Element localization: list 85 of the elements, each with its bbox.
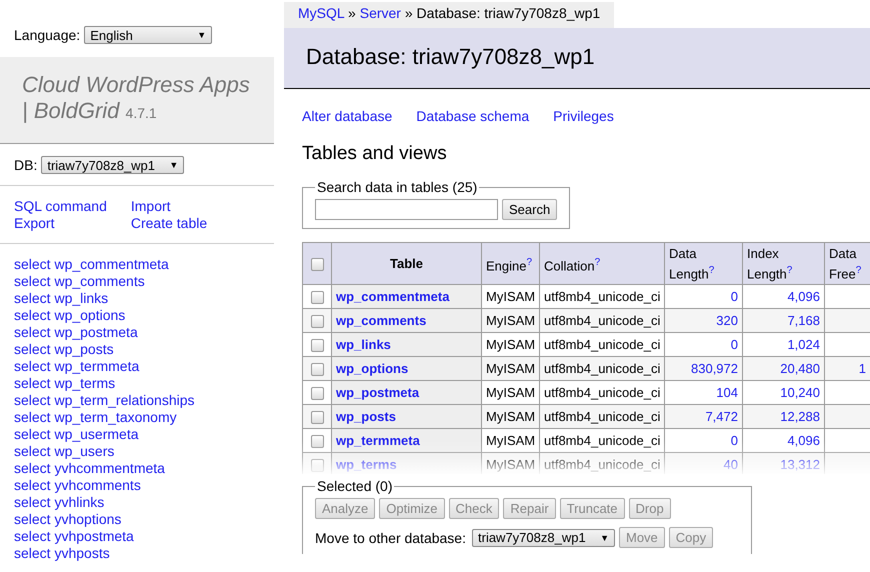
section-heading: Tables and views [301, 142, 448, 165]
select-table-link[interactable]: select wp_usermeta [14, 426, 260, 443]
select-table-link[interactable]: select yvhcomments [14, 477, 260, 494]
sidebar-link[interactable]: Create table [130, 215, 208, 232]
select-table-link[interactable]: select yvhpostmeta [14, 528, 260, 545]
column-header: Collation$^{?}$ [540, 242, 664, 285]
table-cell: utf8mb4_unicode_ci [540, 308, 664, 333]
table-cell: utf8mb4_unicode_ci [540, 452, 664, 474]
language-label: Language: [14, 27, 80, 43]
page-heading: Database: triaw7y708z8_wp1 [284, 28, 870, 89]
search-button[interactable]: Search [502, 199, 558, 220]
select-table-link[interactable]: select wp_term_relationships [14, 392, 260, 409]
breadcrumb-link[interactable]: Server [360, 5, 401, 21]
table-cell: utf8mb4_unicode_ci [540, 404, 664, 429]
table-cell: MyISAM [482, 380, 540, 405]
table-cell: utf8mb4_unicode_ci [540, 356, 664, 381]
help-mark[interactable]: ? [594, 256, 600, 268]
select-table-link[interactable]: select wp_comments [14, 273, 260, 290]
help-mark[interactable]: ? [526, 256, 532, 268]
table-cell: MyISAM [482, 308, 540, 333]
select-table-link[interactable]: select yvhlinks [14, 494, 260, 511]
column-header: Engine$^{?}$ [482, 242, 540, 285]
row-checkbox[interactable] [310, 435, 324, 448]
select-table-link[interactable]: select wp_links [14, 290, 260, 307]
db-label: DB: [14, 157, 38, 173]
table-cell: MyISAM [482, 452, 540, 474]
move-label: Move to other database: [315, 530, 466, 546]
selected-legend: Selected (0) [315, 478, 394, 494]
row-checkbox[interactable] [310, 387, 324, 400]
table-cell: utf8mb4_unicode_ci [540, 284, 664, 309]
column-header: Data Length$^{?}$ [664, 242, 742, 285]
sidebar-link[interactable]: Export [14, 215, 107, 232]
help-mark[interactable]: ? [786, 265, 792, 276]
select-table-link[interactable]: select wp_term_taxonomy [14, 409, 260, 426]
search-field[interactable] [315, 199, 498, 220]
row-checkbox[interactable] [310, 315, 324, 328]
table-cell: MyISAM [482, 356, 540, 381]
breadcrumb-link[interactable]: MySQL [298, 5, 344, 21]
select-table-link[interactable]: select wp_termmeta [14, 358, 260, 375]
row-checkbox[interactable] [310, 339, 324, 352]
select-table-link[interactable]: select wp_postmeta [14, 324, 260, 341]
select-table-link[interactable]: select wp_options [14, 307, 260, 324]
sidebar-link[interactable]: SQL command [14, 198, 107, 215]
column-header: Table [332, 242, 482, 285]
row-checkbox[interactable] [310, 291, 324, 304]
database-action-link[interactable]: Database schema [416, 108, 530, 124]
search-legend: Search data in tables (25) [315, 179, 480, 195]
size-link[interactable]: 0 [730, 433, 738, 448]
row-checkbox[interactable] [310, 411, 324, 424]
select-table-link[interactable]: select wp_commentmeta [14, 256, 260, 273]
table-cell: utf8mb4_unicode_ci [540, 380, 664, 405]
help-mark[interactable]: ? [856, 265, 862, 276]
size-link[interactable]: 1 [858, 361, 866, 376]
select-table-link[interactable]: select wp_posts [14, 341, 260, 358]
help-mark[interactable]: ? [708, 265, 714, 276]
select-table-link[interactable]: select wp_users [14, 443, 260, 460]
row-checkbox[interactable] [310, 363, 324, 376]
database-action-link[interactable]: Privileges [553, 108, 614, 124]
select-table-link[interactable]: select yvhoptions [14, 511, 260, 528]
row-checkbox[interactable] [310, 459, 324, 472]
select-table-link[interactable]: select yvhposts [14, 545, 260, 562]
size-link[interactable]: 0 [730, 337, 738, 352]
column-header: Data Free$^{?}$ [824, 242, 870, 285]
table-cell: MyISAM [482, 404, 540, 429]
sidebar-link[interactable]: Import [130, 198, 208, 215]
language-select[interactable]: English ▼ [84, 26, 212, 44]
size-link[interactable]: 320 [716, 313, 738, 328]
select-table-link[interactable]: select yvhcommentmeta [14, 460, 260, 477]
database-select[interactable]: triaw7y708z8_wp1 ▼ [41, 156, 184, 174]
table-cell: MyISAM [482, 332, 540, 357]
table-cell: utf8mb4_unicode_ci [540, 332, 664, 357]
breadcrumb-separator: » [348, 5, 356, 21]
breadcrumb-current: Database: triaw7y708z8_wp1 [416, 5, 600, 21]
app-title: Cloud WordPress Apps | BoldGrid 4.7.1 [0, 57, 274, 144]
column-header: Index Length$^{?}$ [742, 242, 824, 285]
target-database-select[interactable]: triaw7y708z8_wp1 ▼ [472, 528, 615, 546]
table-cell: MyISAM [482, 428, 540, 453]
size-link[interactable]: 104 [716, 385, 738, 400]
breadcrumb-separator: » [404, 5, 413, 21]
select-all-checkbox[interactable] [310, 258, 324, 272]
database-action-link[interactable]: Alter database [302, 108, 392, 124]
size-link[interactable]: 0 [730, 289, 738, 304]
select-table-link[interactable]: select wp_terms [14, 375, 260, 392]
table-cell: MyISAM [482, 284, 540, 309]
table-cell: utf8mb4_unicode_ci [540, 428, 664, 453]
